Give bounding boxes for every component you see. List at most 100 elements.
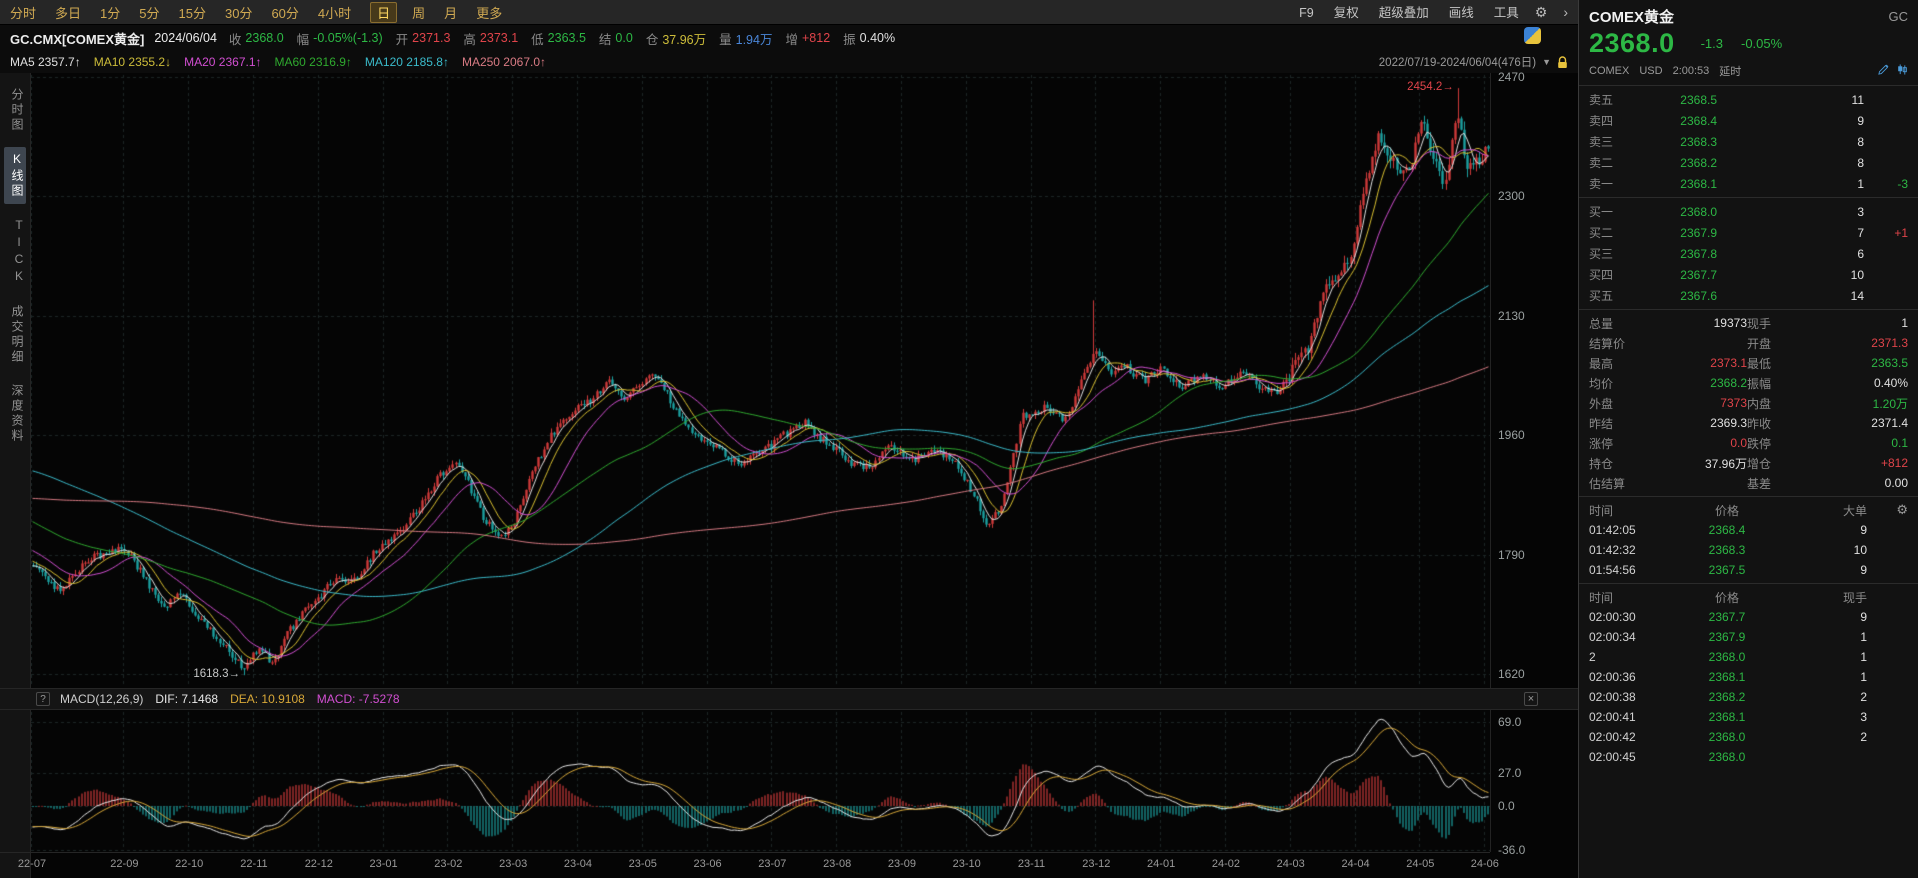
timeframe-tab-60min[interactable]: 60分 [271,3,298,22]
deals-column-header: 时间 [1589,503,1614,518]
ask-row-ask-4[interactable]: 卖四 2368.4 9 [1589,110,1908,131]
help-icon[interactable]: ? [36,692,50,706]
time-axis-label: 23-10 [952,858,981,870]
stat-row: 持仓 37.96万 增仓 +812 [1589,453,1908,473]
quote-field-value: 1.94万 [735,32,773,47]
toolbar-item-draw-line[interactable]: 画线 [1449,6,1474,20]
book-label: 卖一 [1589,177,1614,191]
timeframe-tab-4hour[interactable]: 4小时 [318,3,351,22]
sidebar-item-kline-chart[interactable]: K线图 [4,147,26,204]
book-volume: 9 [1857,113,1864,128]
sidebar-item-time-chart[interactable]: 分时图 [4,83,26,138]
range-dropdown-icon[interactable]: ▼ [1542,57,1551,67]
tick-deal-row: 02:00:38 2368.2 2 [1579,687,1918,707]
deal-volume: 9 [1860,523,1867,537]
sidebar-item-tick[interactable]: TICK [4,213,26,291]
timeframe-tab-30min[interactable]: 30分 [225,3,252,22]
time-axis-label: 23-12 [1082,858,1111,870]
stat-value: 1 [1901,316,1908,330]
toolbar-item-adjust[interactable]: 复权 [1334,6,1359,20]
toolbar-right: F9 复权 超级叠加 画线 工具 ⚙ › [1279,2,1568,22]
edit-pencil-icon[interactable] [1878,64,1889,78]
quote-field-value: 37.96万 [662,32,707,47]
instrument-symbol[interactable]: GC.CMX[COMEX黄金] [10,29,144,48]
ma-item-ma120: MA120 2185.8↑ [365,55,449,69]
toolbar-item-f9[interactable]: F9 [1299,6,1314,20]
bid-row-bid-4[interactable]: 买四 2367.7 10 [1589,264,1908,285]
panel-header: COMEX黄金 GC 2368.0 -1.3 -0.05% COMEX USD … [1579,6,1918,82]
quote-field-label: 低 [531,32,544,47]
deals-settings-gear-icon[interactable]: ⚙ [1867,502,1908,518]
timeframe-tab-more[interactable]: 更多 [476,3,502,22]
macd-axis-label: 27.0 [1498,766,1522,781]
book-delta: -3 [1897,176,1908,191]
deal-time: 01:54:56 [1589,563,1636,577]
close-indicator-icon[interactable]: × [1524,692,1538,706]
settings-gear-icon[interactable]: ⚙ [1535,4,1548,21]
ask-row-ask-2[interactable]: 卖二 2368.2 8 [1589,152,1908,173]
stat-value: 2369.3 [1710,416,1747,430]
collapse-chevron-icon[interactable]: › [1563,4,1568,20]
deals-column-header: 价格 [1714,503,1739,518]
trading-terminal: 分时 多日 1分 5分 15分 30分 60分 4小时日周月更多 F9 复权 超级叠加 画线 工具 ⚙… [0,0,1918,878]
ma-value: MA250 2067.0↑ [461,55,547,69]
ma-item-ma10: MA10 2355.2↓ [94,55,171,69]
sidebar-item-depth-data[interactable]: 深度资料 [4,379,26,449]
quote-field-label: 仓 [645,32,659,47]
time-axis-label: 24-03 [1276,858,1305,870]
timeframe-tab-intraday[interactable]: 分时 [10,3,36,22]
timeframe-tab-15min[interactable]: 15分 [179,3,206,22]
bid-row-bid-5[interactable]: 买五 2367.6 14 [1589,285,1908,306]
stat-value: +812 [1880,456,1908,470]
stat-row: 结算价 开盘 2371.3 [1589,333,1908,353]
stat-label: 现手 [1747,316,1772,331]
quote-field-oi-change: 增 +812 [785,29,830,48]
time-axis-label: 24-01 [1147,858,1176,870]
candlestick-chart-canvas[interactable] [31,73,1490,688]
large-deal-row: 01:54:56 2367.5 9 [1579,560,1918,580]
panel-icons [1878,64,1908,78]
bid-row-bid-1[interactable]: 买一 2368.0 3 [1589,201,1908,222]
tick-deal-row: 02:00:45 2368.0 [1579,747,1918,767]
deal-volume: 10 [1853,543,1867,557]
lock-icon[interactable] [1557,55,1568,69]
deal-volume: 1 [1860,670,1867,684]
toolbar-item-tools[interactable]: 工具 [1494,6,1519,20]
price-axis-label: 1620 [1498,667,1525,681]
quote-field-label: 开 [395,32,409,47]
time-axis-label: 22-10 [175,858,204,870]
divider [1579,583,1918,584]
bid-row-bid-3[interactable]: 买三 2367.8 6 [1589,243,1908,264]
bid-row-bid-2[interactable]: 买二 2367.9 7 +1 [1589,222,1908,243]
book-label: 买三 [1589,247,1614,261]
order-book-asks: 卖五 2368.5 11 卖四 2368.4 9 卖三 2368.3 8 卖二 2368.2 8 卖一 2… [1579,89,1918,194]
timeframe-tab-daily[interactable]: 日 [370,1,398,23]
stat-label: 外盘 [1589,396,1614,411]
date-range-selector[interactable]: 2022/07/19-2024/06/04(476日) [1379,54,1536,70]
ma-value: MA10 2355.2↓ [93,55,172,69]
timeframe-tab-1min[interactable]: 1分 [100,3,120,22]
price-axis-label: 2300 [1498,189,1525,204]
stat-label: 昨收 [1747,416,1772,431]
book-label: 卖二 [1589,156,1614,170]
ask-row-ask-1[interactable]: 卖一 2368.1 1 -3 [1589,173,1908,194]
toolbar-item-super-overlay[interactable]: 超级叠加 [1379,6,1429,20]
timeframe-tab-multi-day[interactable]: 多日 [55,3,81,22]
stat-label: 均价 [1589,376,1614,391]
macd-chart-canvas[interactable] [31,710,1490,852]
deal-volume: 3 [1860,710,1867,724]
range-controls: 2022/07/19-2024/06/04(476日) ▼ [1379,54,1578,70]
ask-row-ask-3[interactable]: 卖三 2368.3 8 [1589,131,1908,152]
kline-mini-icon[interactable] [1897,64,1908,78]
timeframe-tab-5min[interactable]: 5分 [139,3,159,22]
quote-field-value: +812 [801,31,831,45]
book-label: 卖五 [1589,93,1614,107]
quote-field-label: 量 [719,32,732,47]
timeframe-tab-monthly[interactable]: 月 [444,3,457,22]
timeframe-tab-weekly[interactable]: 周 [412,3,425,22]
price-axis-label: 1790 [1498,547,1525,562]
panel-symbol-code: GC [1888,8,1909,24]
book-volume: 8 [1857,155,1864,170]
ask-row-ask-5[interactable]: 卖五 2368.5 11 [1589,89,1908,110]
sidebar-item-trade-detail[interactable]: 成交明细 [4,300,26,370]
